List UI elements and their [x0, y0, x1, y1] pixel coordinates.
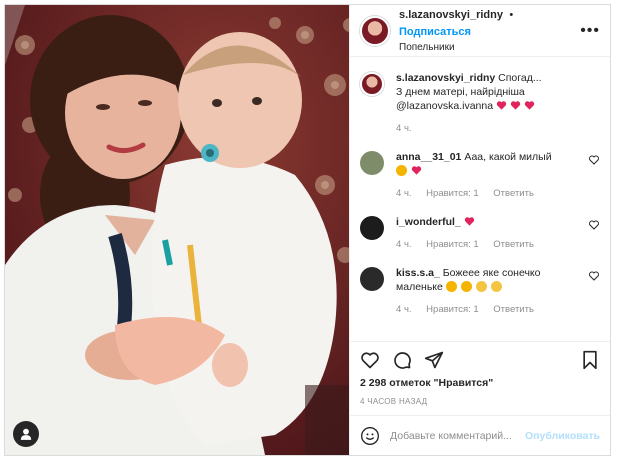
tagged-user-button[interactable]: [13, 421, 39, 447]
user-icon: [20, 428, 32, 440]
post-header: s.lazanovskyi_ridny • Подписаться Попель…: [350, 5, 610, 57]
comment-body: kiss.s.a_ Божеее яке сонечко маленьке 4 …: [396, 266, 582, 317]
publish-button[interactable]: Опубликовать: [525, 430, 600, 442]
caption-mention[interactable]: @lazanovska.ivanna: [396, 100, 493, 112]
caption-meta: 4 ч.: [396, 122, 600, 136]
red-heart-emoji-icon: [524, 101, 535, 110]
like-comment-heart-icon[interactable]: [588, 270, 600, 282]
instagram-post: s.lazanovskyi_ridny • Подписаться Попель…: [4, 4, 611, 456]
caption-username[interactable]: s.lazanovskyi_ridny: [396, 72, 495, 84]
add-comment-bar: Опубликовать: [350, 415, 610, 455]
smiley-icon[interactable]: [360, 426, 380, 446]
reply-button[interactable]: Ответить: [493, 239, 534, 250]
reply-button[interactable]: Ответить: [493, 188, 534, 199]
comment-time[interactable]: 4 ч.: [396, 188, 412, 199]
header-text: s.lazanovskyi_ridny • Подписаться Попель…: [399, 6, 580, 55]
follow-button[interactable]: Подписаться: [399, 26, 471, 38]
red-heart-emoji-icon: [411, 166, 422, 175]
like-comment-heart-icon[interactable]: [588, 154, 600, 166]
author-avatar[interactable]: [360, 15, 391, 46]
post-timestamp[interactable]: 4 ЧАСОВ НАЗАД: [350, 397, 610, 415]
commenter-avatar[interactable]: [360, 151, 385, 175]
author-username[interactable]: s.lazanovskyi_ridny: [399, 9, 503, 21]
comment-item: i_wonderful_ 4 ч. Нравится: 1 Ответить: [360, 215, 600, 252]
caption-text: Спогад...: [498, 72, 542, 84]
comment-text: Ааа, какой милый: [464, 151, 552, 163]
caption: s.lazanovskyi_ridny Спогад... З днем мат…: [360, 71, 600, 136]
like-comment-heart-icon[interactable]: [588, 219, 600, 231]
likes-count[interactable]: 2 298 отметок "Нравится": [350, 377, 610, 393]
pleading-face-emoji-icon: [475, 281, 487, 292]
comment-meta: 4 ч. Нравится: 1 Ответить: [396, 187, 582, 201]
post-actions: [350, 341, 610, 377]
comment-item: kiss.s.a_ Божеее яке сонечко маленьке 4 …: [360, 266, 600, 317]
comment-input[interactable]: [390, 429, 526, 442]
comment-item: anna__31_01 Ааа, какой милый 4 ч. Нравит…: [360, 150, 600, 201]
caption-avatar[interactable]: [360, 72, 385, 96]
comment-meta: 4 ч. Нравится: 1 Ответить: [396, 303, 582, 317]
comment-body: anna__31_01 Ааа, какой милый 4 ч. Нравит…: [396, 150, 582, 201]
reply-button[interactable]: Ответить: [493, 304, 534, 315]
separator-dot: •: [509, 9, 514, 21]
more-options-button[interactable]: •••: [580, 22, 600, 40]
comment-meta: 4 ч. Нравится: 1 Ответить: [396, 238, 582, 252]
heart-eyes-emoji-icon: [445, 281, 457, 292]
comment-icon[interactable]: [392, 350, 412, 370]
caption-body: s.lazanovskyi_ridny Спогад... З днем мат…: [396, 71, 600, 136]
bookmark-icon[interactable]: [580, 350, 600, 370]
paper-plane-icon[interactable]: [424, 350, 444, 370]
caption-time[interactable]: 4 ч.: [396, 123, 412, 134]
comments-section: s.lazanovskyi_ridny Спогад... З днем мат…: [350, 57, 610, 341]
comment-likes[interactable]: Нравится: 1: [426, 304, 478, 315]
comment-likes[interactable]: Нравится: 1: [426, 188, 478, 199]
commenter-username[interactable]: anna__31_01: [396, 151, 461, 163]
red-heart-emoji-icon: [510, 101, 521, 110]
caption-line2: З днем матері, найрідніша: [396, 86, 525, 98]
commenter-avatar[interactable]: [360, 267, 385, 291]
red-heart-emoji-icon: [496, 101, 507, 110]
heart-eyes-emoji-icon: [396, 165, 408, 176]
comment-body: i_wonderful_ 4 ч. Нравится: 1 Ответить: [396, 215, 582, 252]
commenter-username[interactable]: kiss.s.a_: [396, 267, 440, 279]
comment-likes[interactable]: Нравится: 1: [426, 239, 478, 250]
post-sidebar: s.lazanovskyi_ridny • Подписаться Попель…: [349, 5, 610, 455]
post-image: [5, 5, 350, 455]
commenter-username[interactable]: i_wonderful_: [396, 216, 461, 228]
commenter-avatar[interactable]: [360, 216, 385, 240]
heart-icon[interactable]: [360, 350, 380, 370]
post-photo[interactable]: [5, 5, 350, 455]
red-heart-emoji-icon: [464, 217, 474, 226]
location-link[interactable]: Попельники: [399, 40, 580, 55]
comment-time[interactable]: 4 ч.: [396, 239, 412, 250]
heart-eyes-emoji-icon: [460, 281, 472, 292]
pleading-face-emoji-icon: [490, 281, 502, 292]
comment-time[interactable]: 4 ч.: [396, 304, 412, 315]
